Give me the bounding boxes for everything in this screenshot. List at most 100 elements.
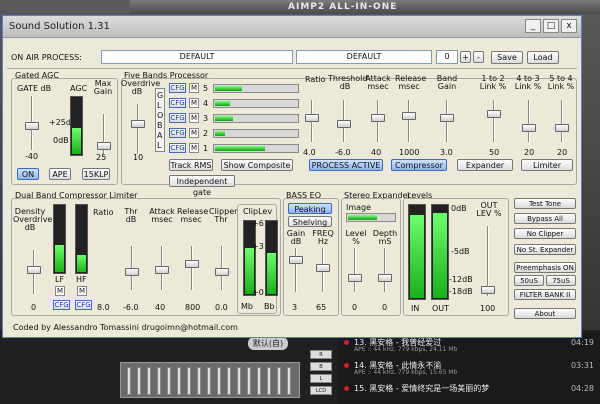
titlebar[interactable]: Sound Solution 1.31 _ □ x <box>3 16 581 38</box>
eq-slider[interactable] <box>147 367 151 395</box>
release-slider-thumb[interactable] <box>402 112 416 120</box>
band-cfg-button[interactable]: CFG <box>169 83 186 93</box>
dual-release-slider-thumb[interactable] <box>185 260 199 268</box>
link-4-3-slider-thumb[interactable] <box>522 124 536 132</box>
eq-slider[interactable] <box>197 367 201 395</box>
peaking-button[interactable]: Peaking <box>288 203 332 214</box>
about-button[interactable]: About <box>514 308 576 319</box>
threshold-slider-thumb[interactable] <box>337 120 351 128</box>
lf-mute-button[interactable]: M <box>55 286 65 296</box>
expander-level-slider-thumb[interactable] <box>348 274 362 282</box>
band-mute-button[interactable]: M <box>189 113 199 123</box>
expander-button[interactable]: Expander <box>457 159 513 171</box>
maximize-button[interactable]: □ <box>543 19 559 33</box>
bass-freq-slider[interactable] <box>316 248 330 292</box>
dual-thr-slider-thumb[interactable] <box>125 268 139 276</box>
hf-cfg-button[interactable]: CFG <box>75 300 92 310</box>
overdrive-slider-thumb[interactable] <box>131 120 145 128</box>
eq-slider[interactable] <box>157 367 161 395</box>
preset-minus-button[interactable]: - <box>473 51 484 63</box>
bypass-all-button[interactable]: Bypass All <box>514 213 576 224</box>
test-tone-button[interactable]: Test Tone <box>514 198 576 209</box>
link-4-3-slider[interactable] <box>522 100 536 142</box>
clipper-thr-slider-thumb[interactable] <box>215 268 229 276</box>
attack-slider-thumb[interactable] <box>371 114 385 122</box>
ratio-slider[interactable] <box>305 100 319 142</box>
dual-thr-slider[interactable] <box>125 246 139 290</box>
no-clipper-button[interactable]: No Clipper <box>514 228 576 239</box>
compressor-button[interactable]: Compressor <box>391 159 447 171</box>
bass-gain-slider-thumb[interactable] <box>289 256 303 264</box>
eq-slider[interactable] <box>267 367 271 395</box>
dual-release-slider[interactable] <box>185 246 199 290</box>
side-button[interactable]: LCD <box>310 386 332 395</box>
process-active-button[interactable]: PROCESS ACTIVE <box>309 159 383 171</box>
ratio-slider-thumb[interactable] <box>305 114 319 122</box>
side-button[interactable]: R <box>310 350 332 359</box>
band-mute-button[interactable]: M <box>189 143 199 153</box>
50us-button[interactable]: 50uS <box>514 275 544 286</box>
max-gain-slider[interactable] <box>97 114 111 154</box>
dual-attack-slider-thumb[interactable] <box>155 266 169 274</box>
save-button[interactable]: Save <box>491 51 523 64</box>
preset-number-field[interactable]: 0 <box>436 50 458 64</box>
density-slider[interactable] <box>27 250 41 294</box>
track-rms-button[interactable]: Track RMS <box>169 159 213 171</box>
overdrive-slider[interactable] <box>131 104 145 154</box>
player-preset-pill[interactable]: 默认(自) <box>248 337 288 350</box>
link-5-4-slider[interactable] <box>555 100 569 142</box>
threshold-slider[interactable] <box>337 100 351 142</box>
max-gain-slider-thumb[interactable] <box>97 142 111 150</box>
limiter-button[interactable]: Limiter <box>521 159 573 171</box>
eq-slider[interactable] <box>207 367 211 395</box>
out-lev-slider-thumb[interactable] <box>481 286 495 294</box>
eq-slider[interactable] <box>127 367 131 395</box>
load-button[interactable]: Load <box>527 51 559 64</box>
side-button[interactable]: L <box>310 374 332 383</box>
eq-slider[interactable] <box>187 367 191 395</box>
hf-mute-button[interactable]: M <box>77 286 87 296</box>
eq-slider[interactable] <box>287 367 291 395</box>
eq-slider[interactable] <box>277 367 281 395</box>
release-slider[interactable] <box>402 100 416 142</box>
expander-depth-slider-thumb[interactable] <box>378 274 392 282</box>
expander-level-slider[interactable] <box>348 248 362 292</box>
preset-left-field[interactable]: DEFAULT <box>101 50 293 64</box>
global-box[interactable]: G L O B A L <box>155 88 165 152</box>
filter-bank-button[interactable]: FILTER BANK II <box>514 289 576 300</box>
band-mute-button[interactable]: M <box>189 83 199 93</box>
dual-attack-slider[interactable] <box>155 246 169 290</box>
band-gain-slider[interactable] <box>440 100 454 142</box>
show-composite-button[interactable]: Show Composite <box>221 159 293 171</box>
bass-freq-slider-thumb[interactable] <box>316 264 330 272</box>
attack-slider[interactable] <box>371 100 385 142</box>
band-mute-button[interactable]: M <box>189 98 199 108</box>
playlist-item[interactable]: 13. 黑安格 - 我曾经爱过 APE :: 44 kHz, 779 kbps,… <box>338 337 600 354</box>
eq-slider[interactable] <box>237 367 241 395</box>
close-button[interactable]: x <box>561 19 577 33</box>
gate-slider-thumb[interactable] <box>25 122 39 130</box>
agc-on-button[interactable]: ON <box>17 168 39 180</box>
link-1-2-slider[interactable] <box>487 100 501 142</box>
link-1-2-slider-thumb[interactable] <box>487 110 501 118</box>
band-cfg-button[interactable]: CFG <box>169 143 186 153</box>
band-cfg-button[interactable]: CFG <box>169 128 186 138</box>
no-st-expander-button[interactable]: No St. Expander <box>514 244 576 255</box>
out-lev-slider[interactable] <box>481 226 495 296</box>
eq-slider[interactable] <box>137 367 141 395</box>
eq-slider[interactable] <box>227 367 231 395</box>
link-5-4-slider-thumb[interactable] <box>555 124 569 132</box>
eq-slider[interactable] <box>217 367 221 395</box>
lf-cfg-button[interactable]: CFG <box>53 300 70 310</box>
15klp-button[interactable]: 15KLP <box>82 168 110 180</box>
eq-slider[interactable] <box>257 367 261 395</box>
preset-right-field[interactable]: DEFAULT <box>296 50 432 64</box>
preset-plus-button[interactable]: + <box>460 51 471 63</box>
bass-gain-slider[interactable] <box>289 248 303 292</box>
playlist-item[interactable]: 14. 黑安格 - 此情永不渝 APE :: 44 kHz, 779 kbps,… <box>338 360 600 377</box>
eq-slider[interactable] <box>177 367 181 395</box>
shelving-button[interactable]: Shelving <box>288 216 332 227</box>
ape-button[interactable]: APE <box>49 168 71 180</box>
75us-button[interactable]: 75uS <box>546 275 576 286</box>
eq-slider[interactable] <box>167 367 171 395</box>
